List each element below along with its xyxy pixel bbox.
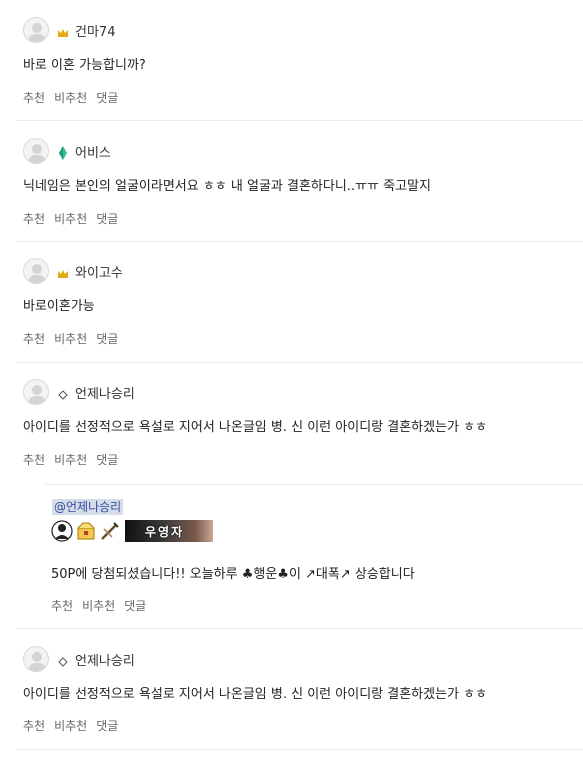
diamond-outline-icon <box>57 653 69 667</box>
comment-header: 건마74 <box>23 16 115 44</box>
divider <box>16 628 583 629</box>
reply-text: 50P에 당첨되셨습니다!! 오늘하루 ♣행운♣이 ↗대폭↗ 상승합니다 <box>51 567 415 582</box>
comment-header: 어비스 <box>23 137 111 165</box>
reply-button[interactable]: 댓글 <box>96 330 118 347</box>
mention-tag[interactable]: @언제나승리 <box>52 499 124 515</box>
avatar[interactable] <box>23 379 49 405</box>
comment-actions: 추천 비추천 댓글 <box>23 89 127 106</box>
reply-header: 우영자 <box>51 519 213 543</box>
crown-icon <box>57 265 69 278</box>
comment-header: 와이고수 <box>23 257 123 285</box>
reply-button[interactable]: 댓글 <box>124 597 146 614</box>
crown-icon <box>57 24 69 37</box>
reply-button[interactable]: 댓글 <box>96 210 118 227</box>
not-recommend-button[interactable]: 비추천 <box>54 451 87 468</box>
comment-text: 아이디를 선정적으로 욕설로 지어서 나온글임 병. 신 이런 아이디랑 결혼하… <box>23 420 488 435</box>
comment-author[interactable]: 건마74 <box>75 21 115 40</box>
box-icon <box>75 520 97 542</box>
comment-header: 언제나승리 <box>23 378 135 406</box>
comment-actions: 추천 비추천 댓글 <box>23 330 127 347</box>
comment-text: 바로 이혼 가능합니까? <box>23 58 146 73</box>
recommend-button[interactable]: 추천 <box>51 597 73 614</box>
recommend-button[interactable]: 추천 <box>23 717 45 734</box>
comment-actions: 추천 비추천 댓글 <box>23 451 127 468</box>
avatar[interactable] <box>51 520 73 542</box>
divider <box>44 484 583 485</box>
recommend-button[interactable]: 추천 <box>23 210 45 227</box>
avatar[interactable] <box>23 646 49 672</box>
sword-icon <box>99 520 121 542</box>
avatar[interactable] <box>23 258 49 284</box>
banner-text: 우영자 <box>145 524 185 539</box>
not-recommend-button[interactable]: 비추천 <box>54 717 87 734</box>
comment-author[interactable]: 언제나승리 <box>75 383 135 402</box>
divider <box>16 749 583 750</box>
user-banner: 우영자 <box>125 520 213 542</box>
comment-actions: 추천 비추천 댓글 <box>23 717 127 734</box>
comment-author[interactable]: 언제나승리 <box>75 650 135 669</box>
comment-text: 아이디를 선정적으로 욕설로 지어서 나온글임 병. 신 이런 아이디랑 결혼하… <box>23 687 488 702</box>
not-recommend-button[interactable]: 비추천 <box>54 89 87 106</box>
comment-author[interactable]: 어비스 <box>75 142 111 161</box>
avatar[interactable] <box>23 138 49 164</box>
comment-header: 언제나승리 <box>23 645 135 673</box>
recommend-button[interactable]: 추천 <box>23 451 45 468</box>
not-recommend-button[interactable]: 비추천 <box>54 330 87 347</box>
reply-button[interactable]: 댓글 <box>96 89 118 106</box>
recommend-button[interactable]: 추천 <box>23 330 45 347</box>
comment-author[interactable]: 와이고수 <box>75 262 123 281</box>
diamond-outline-icon <box>57 386 69 400</box>
not-recommend-button[interactable]: 비추천 <box>54 210 87 227</box>
comment-text: 닉네임은 본인의 얼굴이라면서요 ㅎㅎ 내 얼굴과 결혼하다니..ㅠㅠ 죽고말지 <box>23 179 431 194</box>
recommend-button[interactable]: 추천 <box>23 89 45 106</box>
gem-icon <box>57 145 69 160</box>
comment-text: 바로이혼가능 <box>23 299 95 314</box>
comment-actions: 추천 비추천 댓글 <box>23 210 127 227</box>
divider <box>16 362 583 363</box>
divider <box>16 120 583 121</box>
reply-actions: 추천 비추천 댓글 <box>51 597 155 614</box>
divider <box>16 241 583 242</box>
not-recommend-button[interactable]: 비추천 <box>82 597 115 614</box>
reply-button[interactable]: 댓글 <box>96 717 118 734</box>
avatar[interactable] <box>23 17 49 43</box>
reply-button[interactable]: 댓글 <box>96 451 118 468</box>
